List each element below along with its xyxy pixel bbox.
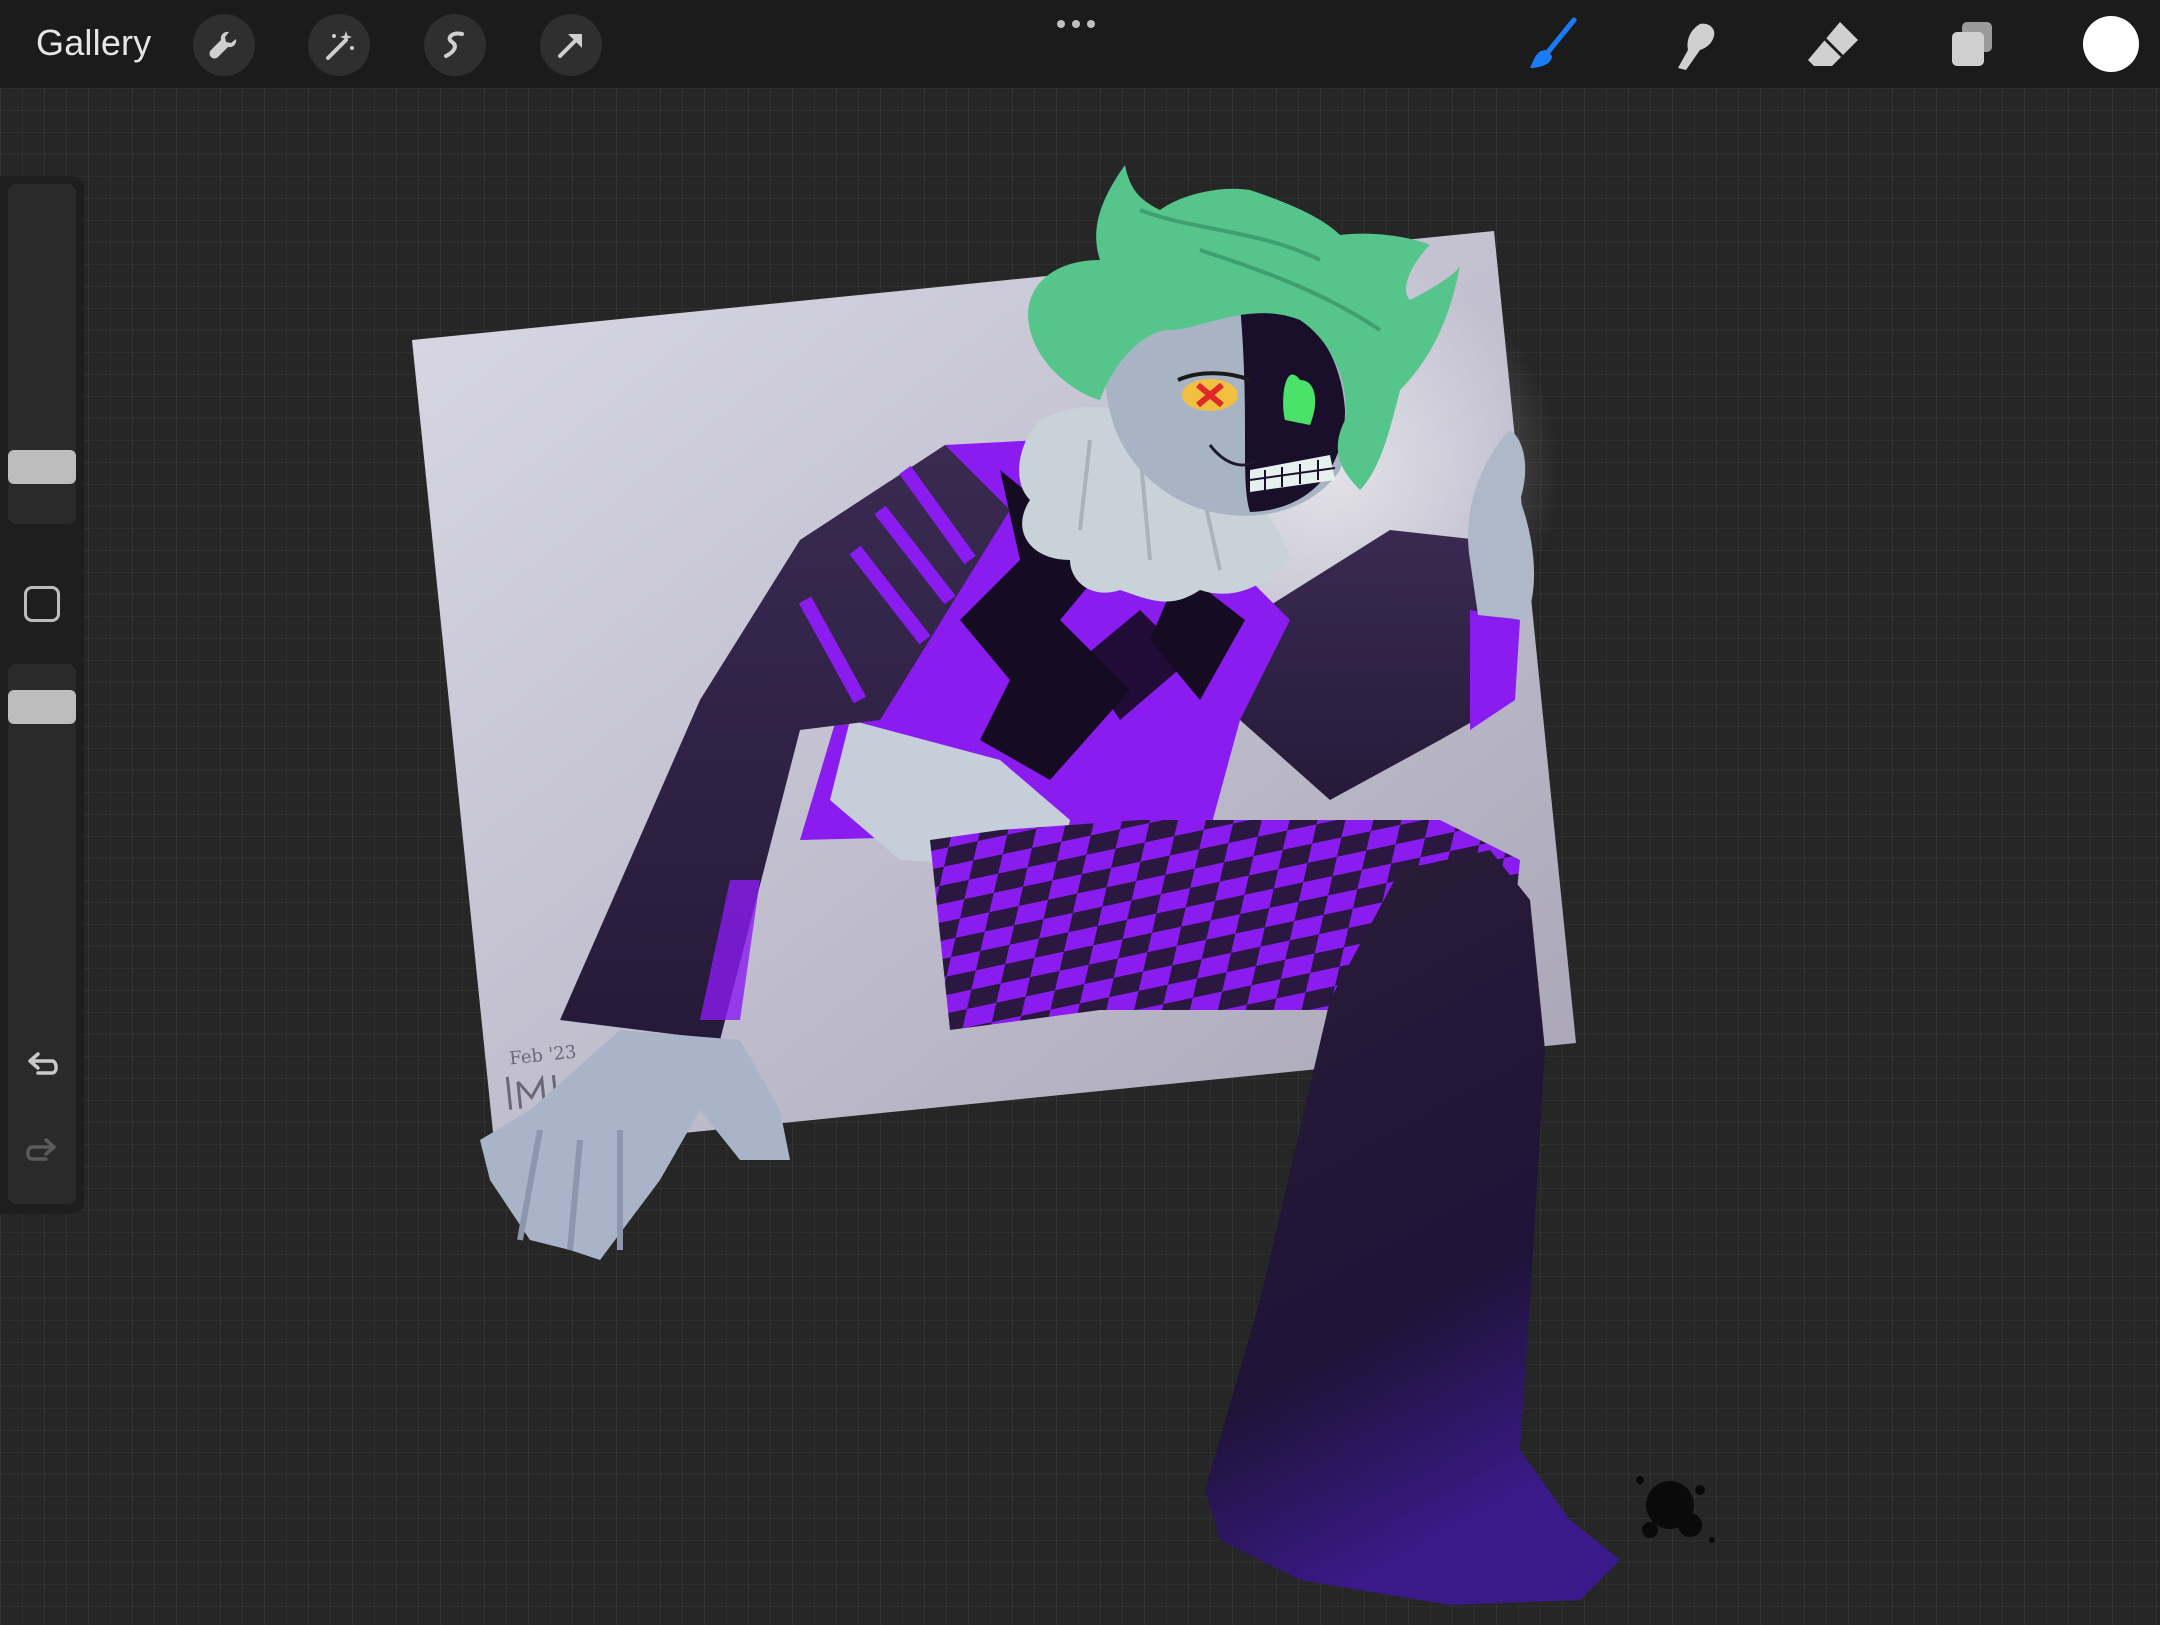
eraser-icon: [1808, 22, 1858, 66]
dot-icon: [1057, 20, 1065, 28]
gallery-button[interactable]: Gallery: [36, 22, 151, 64]
torso: [800, 440, 1290, 840]
artist-signature: Feb '23: [505, 1042, 581, 1110]
brush-tool-button[interactable]: [1520, 12, 1586, 78]
head: [1105, 278, 1350, 516]
smudge-finger-icon: [1678, 23, 1715, 70]
opacity-thumb[interactable]: [8, 690, 76, 724]
background-card: [412, 231, 1576, 1152]
ink-splatter: [1636, 1476, 1715, 1543]
brush-size-thumb[interactable]: [8, 450, 76, 484]
artwork: Feb '23: [412, 165, 1715, 1605]
selection-button[interactable]: [424, 14, 486, 76]
transform-arrow-icon: [558, 34, 582, 58]
wrench-icon: [209, 31, 237, 59]
brush-icon: [1530, 17, 1577, 68]
opacity-slider[interactable]: [8, 664, 76, 1204]
layers-icon: [1952, 22, 1992, 66]
dot-icon: [1072, 20, 1080, 28]
checker-leg: [930, 820, 1520, 1030]
adjustments-button[interactable]: [308, 14, 370, 76]
undo-icon: [28, 1052, 58, 1075]
modify-button[interactable]: [24, 586, 60, 622]
color-picker-button[interactable]: [2083, 16, 2139, 72]
drawing-canvas[interactable]: Feb '23: [0, 0, 2160, 1620]
left-hand: [480, 1030, 790, 1260]
eraser-tool-button[interactable]: [1800, 12, 1866, 78]
mask: [1240, 304, 1345, 512]
layers-button[interactable]: [1940, 12, 2006, 78]
grin: [1250, 455, 1335, 492]
redo-icon: [26, 1138, 56, 1161]
boot: [1205, 850, 1620, 1605]
top-toolbar: Gallery: [0, 0, 2160, 88]
magic-wand-icon: [326, 31, 354, 60]
transform-button[interactable]: [540, 14, 602, 76]
left-arm-sleeve: [560, 445, 1010, 1040]
right-hand: [1468, 430, 1535, 620]
smudge-tool-button[interactable]: [1660, 12, 1726, 78]
undo-button[interactable]: [20, 1044, 64, 1088]
collar-ruff: [1019, 406, 1290, 602]
actions-button[interactable]: [193, 14, 255, 76]
right-arm: [1215, 530, 1510, 800]
dot-icon: [1087, 20, 1095, 28]
left-eye: [1182, 379, 1238, 411]
left-sidebar: [0, 176, 84, 1214]
redo-button[interactable]: [20, 1130, 64, 1174]
hair: [1028, 165, 1460, 490]
sash: [830, 720, 1070, 870]
more-options-button[interactable]: [1057, 20, 1095, 28]
mouth-line: [1208, 444, 1257, 467]
selection-icon: [444, 31, 464, 58]
svg-text:Feb '23: Feb '23: [508, 1042, 577, 1070]
